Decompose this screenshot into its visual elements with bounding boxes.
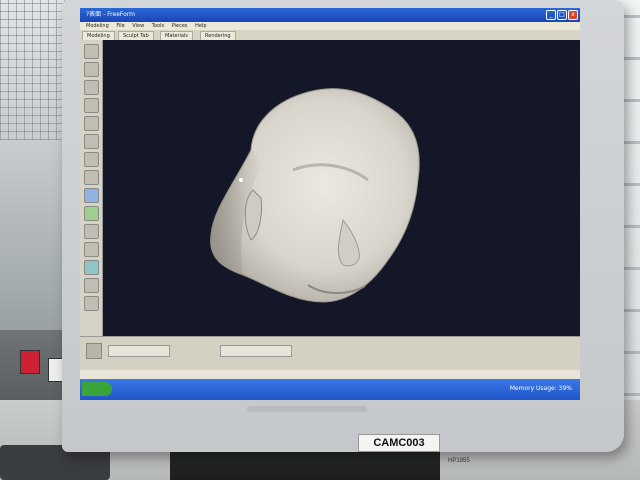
window-title: ?表面 - FreeForm <box>86 11 136 18</box>
menu-bar: Modeling File View Tools Pieces Help <box>80 22 580 30</box>
close-button[interactable]: x <box>568 10 578 20</box>
model-number: HP1955 <box>448 458 470 464</box>
sculpt-tool-icon[interactable] <box>84 296 99 311</box>
menu-item-file[interactable]: File <box>116 23 124 29</box>
sculpt-tool-icon[interactable] <box>84 242 99 257</box>
window-titlebar: ?表面 - FreeForm _ □ x <box>80 8 580 22</box>
menu-item-view[interactable]: View <box>132 23 144 29</box>
sculpt-tool-icon[interactable] <box>84 278 99 293</box>
tool-palette <box>80 40 103 356</box>
sculpt-tool-icon[interactable] <box>84 170 99 185</box>
sculpt-tool-icon[interactable] <box>84 116 99 131</box>
menu-item-modeling[interactable]: Modeling <box>86 23 109 29</box>
tab-strip: Modeling Sculpt Tab Materials Rendering <box>80 30 580 40</box>
paint-tool-icon[interactable] <box>84 206 99 221</box>
memory-usage: Memory Usage: 39% <box>509 385 572 392</box>
sculpt-tool-icon[interactable] <box>84 260 99 275</box>
sculpt-tool-icon[interactable] <box>84 80 99 95</box>
maximize-button[interactable]: □ <box>557 10 567 20</box>
menu-item-pieces[interactable]: Pieces <box>172 23 188 29</box>
clay-head-model[interactable] <box>103 40 580 336</box>
tab-materials[interactable]: Materials <box>160 31 193 40</box>
hint-bar <box>80 370 580 379</box>
menu-item-tools[interactable]: Tools <box>152 23 164 29</box>
menu-item-help[interactable]: Help <box>195 23 206 29</box>
sculpt-tool-icon[interactable] <box>84 152 99 167</box>
monitor: ?表面 - FreeForm _ □ x Modeling File View … <box>62 0 624 452</box>
sculpt-tool-icon[interactable] <box>84 62 99 77</box>
cursor-icon <box>239 178 243 182</box>
paint-tool-icon[interactable] <box>84 188 99 203</box>
sculpt-tool-icon[interactable] <box>84 224 99 239</box>
select-arrow-icon[interactable] <box>84 44 99 59</box>
taskbar: Memory Usage: 39% <box>80 379 580 400</box>
tool-field[interactable] <box>220 345 292 357</box>
tool-field[interactable] <box>108 345 170 357</box>
monitor-screen: ?表面 - FreeForm _ □ x Modeling File View … <box>80 8 580 400</box>
tab-modeling[interactable]: Modeling <box>82 31 115 40</box>
tab-rendering[interactable]: Rendering <box>200 31 236 40</box>
monitor-control-buttons[interactable] <box>247 406 367 412</box>
shelf-item <box>20 350 40 374</box>
3d-viewport[interactable] <box>103 40 580 336</box>
asset-tag: CAMC003 <box>358 434 440 452</box>
minimize-button[interactable]: _ <box>546 10 556 20</box>
view-cube-icon[interactable] <box>86 343 102 359</box>
sculpt-tool-icon[interactable] <box>84 134 99 149</box>
start-button[interactable] <box>82 382 112 396</box>
status-panel <box>80 336 580 371</box>
sculpt-tool-icon[interactable] <box>84 98 99 113</box>
tab-sculpt[interactable]: Sculpt Tab <box>118 31 154 40</box>
